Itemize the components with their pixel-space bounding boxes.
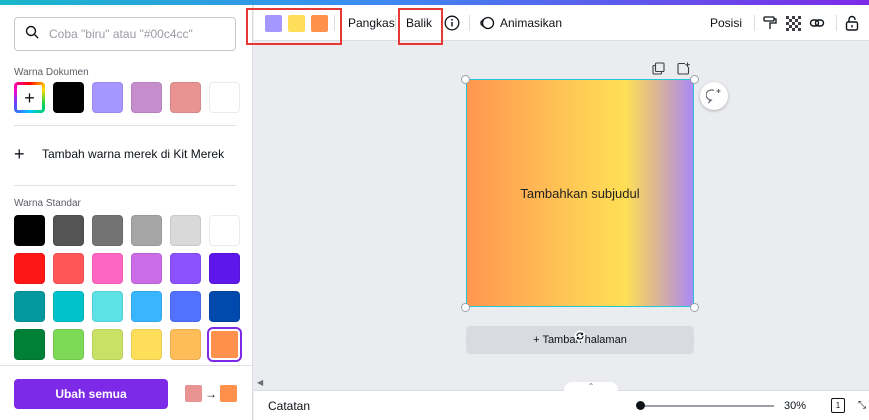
animate-icon: [478, 14, 496, 32]
fullscreen-icon[interactable]: ⤡: [858, 400, 866, 411]
page-count-button[interactable]: 1: [831, 398, 845, 413]
animate-button[interactable]: Animasikan: [500, 5, 562, 41]
add-brand-label: Tambah warna merek di Kit Merek: [42, 147, 225, 161]
resize-handle-bottom-left[interactable]: [461, 303, 470, 312]
color-replace-preview: →: [185, 385, 237, 402]
standard-color-swatch[interactable]: [209, 329, 240, 360]
highlight-colors-box: [246, 8, 342, 45]
document-swatch[interactable]: [53, 82, 84, 113]
standard-color-swatch[interactable]: [92, 329, 123, 360]
highlight-flip-box: [398, 8, 443, 45]
standard-color-swatch[interactable]: [170, 253, 201, 284]
zoom-slider[interactable]: [640, 405, 774, 407]
divider: [754, 15, 755, 31]
bottom-bar: ⌃ Catatan 30% 1 ⤡: [254, 382, 869, 420]
standard-color-swatch[interactable]: [14, 291, 45, 322]
standard-color-swatch[interactable]: [14, 215, 45, 246]
standard-color-swatch[interactable]: [209, 215, 240, 246]
standard-color-swatch[interactable]: [170, 329, 201, 360]
standard-color-swatch[interactable]: [53, 215, 84, 246]
standard-color-swatch[interactable]: [170, 291, 201, 322]
divider: [14, 185, 236, 186]
divider: [836, 15, 837, 31]
add-brand-color-link[interactable]: + Tambah warna merek di Kit Merek: [14, 145, 224, 163]
zoom-level[interactable]: 30%: [784, 391, 806, 420]
design-page[interactable]: Tambahkan subjudul: [466, 79, 694, 307]
standard-colors-row: [14, 329, 240, 360]
from-color-swatch: [185, 385, 202, 402]
position-button[interactable]: Posisi: [710, 5, 742, 41]
standard-color-swatch[interactable]: [209, 291, 240, 322]
add-color-button[interactable]: +: [14, 82, 45, 113]
link-icon[interactable]: [808, 14, 826, 32]
info-icon[interactable]: [443, 14, 461, 32]
standard-color-swatch[interactable]: [131, 253, 162, 284]
standard-color-swatch[interactable]: [92, 215, 123, 246]
document-swatch[interactable]: [92, 82, 123, 113]
standard-colors-row: [14, 291, 240, 322]
add-comment-button[interactable]: [700, 82, 728, 110]
search-icon: [25, 25, 39, 44]
canvas-area: Tambahkan subjudul + Tambah halaman ◀: [254, 42, 869, 390]
paint-roller-icon[interactable]: [761, 14, 779, 32]
standard-color-swatch[interactable]: [209, 253, 240, 284]
resize-handle-top-right[interactable]: [690, 75, 699, 84]
duplicate-page-icon[interactable]: [652, 62, 666, 76]
subheading-text[interactable]: Tambahkan subjudul: [520, 186, 639, 201]
arrow-right-icon: →: [205, 386, 217, 401]
search-input[interactable]: [49, 27, 219, 41]
standard-color-swatch[interactable]: [131, 215, 162, 246]
standard-color-swatch[interactable]: [53, 291, 84, 322]
scroll-left-arrow-icon[interactable]: ◀: [257, 378, 263, 387]
color-panel: Warna Dokumen + + Tambah warna merek di …: [0, 5, 253, 420]
resize-handle-top-left[interactable]: [461, 75, 470, 84]
transparency-icon[interactable]: [784, 14, 802, 32]
resize-handle-bottom-right[interactable]: [690, 303, 699, 312]
change-all-bar: Ubah semua →: [0, 365, 253, 420]
lock-open-icon[interactable]: [843, 14, 861, 32]
standard-color-swatch[interactable]: [170, 215, 201, 246]
standard-color-swatch[interactable]: [14, 253, 45, 284]
standard-color-swatch[interactable]: [92, 253, 123, 284]
standard-colors-title: Warna Standar: [14, 198, 81, 209]
standard-color-swatch[interactable]: [14, 329, 45, 360]
document-colors-title: Warna Dokumen: [14, 67, 89, 78]
standard-color-swatch[interactable]: [131, 291, 162, 322]
standard-color-swatch[interactable]: [53, 329, 84, 360]
editor-toolbar: Pangkas Balik Animasikan Posisi: [254, 5, 869, 41]
divider: [469, 15, 470, 31]
standard-color-swatch[interactable]: [53, 253, 84, 284]
plus-icon: +: [24, 87, 35, 108]
notes-button[interactable]: Catatan: [268, 391, 310, 420]
zoom-slider-thumb[interactable]: [636, 401, 645, 410]
document-swatch[interactable]: [209, 82, 240, 113]
standard-colors-row: [14, 215, 240, 246]
add-page-icon[interactable]: [677, 62, 691, 76]
standard-colors-row: [14, 253, 240, 284]
plus-icon: +: [14, 144, 25, 164]
document-swatch[interactable]: [170, 82, 201, 113]
crop-button[interactable]: Pangkas: [348, 5, 395, 41]
collapse-timeline-button[interactable]: ⌃: [564, 382, 618, 392]
to-color-swatch: [220, 385, 237, 402]
change-all-button[interactable]: Ubah semua: [14, 379, 168, 409]
standard-color-swatch[interactable]: [131, 329, 162, 360]
document-colors-row: +: [14, 82, 240, 113]
standard-color-swatch[interactable]: [92, 291, 123, 322]
divider: [395, 15, 396, 31]
document-swatch[interactable]: [131, 82, 162, 113]
color-search[interactable]: [14, 17, 236, 51]
comment-icon: [706, 89, 721, 104]
chevron-up-icon: ⌃: [587, 382, 595, 391]
rotate-icon[interactable]: [574, 329, 586, 342]
divider: [14, 125, 236, 126]
